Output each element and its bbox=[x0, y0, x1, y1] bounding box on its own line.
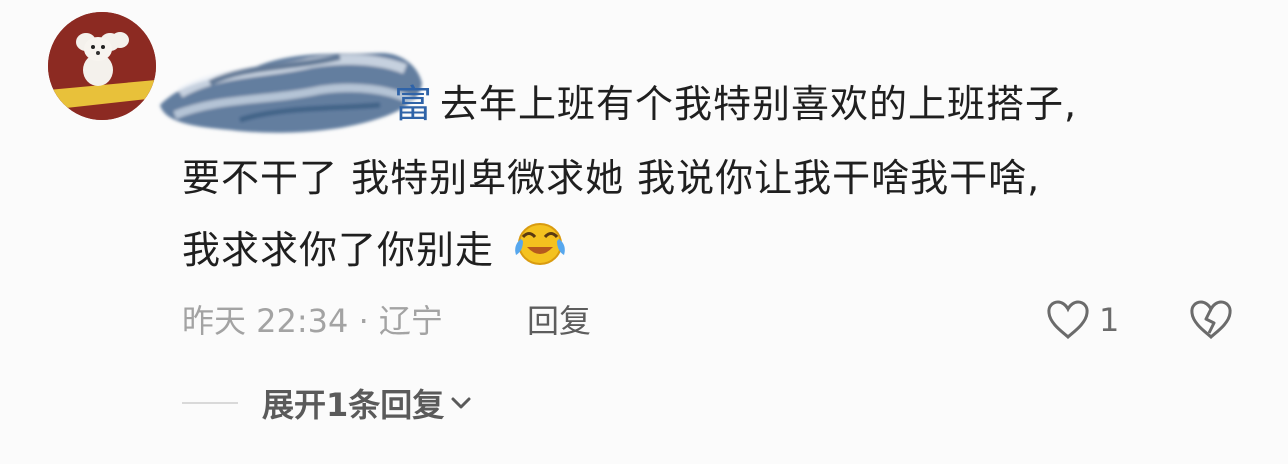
username[interactable]: 富 bbox=[394, 78, 432, 130]
dog-avatar-image bbox=[48, 12, 156, 120]
expand-replies-row: 展开1条回复 bbox=[182, 380, 472, 426]
dislike-button[interactable] bbox=[1188, 298, 1234, 346]
expand-replies-button[interactable]: 展开1条回复 bbox=[262, 380, 472, 426]
comment-item: 富 去年上班有个我特别喜欢的上班搭子, 要不干了 我特别卑微求她 我说你让我干啥… bbox=[0, 0, 1288, 464]
expand-replies-label: 展开1条回复 bbox=[262, 386, 445, 424]
broken-heart-icon bbox=[1190, 300, 1232, 340]
comment-meta: 昨天 22:34 · 辽宁 bbox=[182, 302, 443, 340]
avatar[interactable] bbox=[48, 12, 156, 120]
like-count: 1 bbox=[1099, 301, 1120, 339]
comment-text-line-2: 要不干了 我特别卑微求她 我说你让我干啥我干啥, bbox=[182, 156, 1041, 200]
username-redaction-scribble bbox=[160, 52, 422, 133]
comment-text-line-3-text: 我求求你了你别走 bbox=[182, 228, 495, 272]
comment-text-line-1: 去年上班有个我特别喜欢的上班搭子, bbox=[440, 82, 1078, 126]
reply-button[interactable]: 回复 bbox=[527, 296, 591, 346]
chevron-down-icon bbox=[451, 397, 471, 409]
heart-outline-icon bbox=[1047, 300, 1089, 340]
divider-line bbox=[182, 402, 238, 404]
like-button[interactable]: 1 bbox=[1045, 298, 1119, 342]
comment-text-line-3: 我求求你了你别走 bbox=[182, 223, 569, 280]
crying-laughing-emoji bbox=[511, 217, 569, 280]
